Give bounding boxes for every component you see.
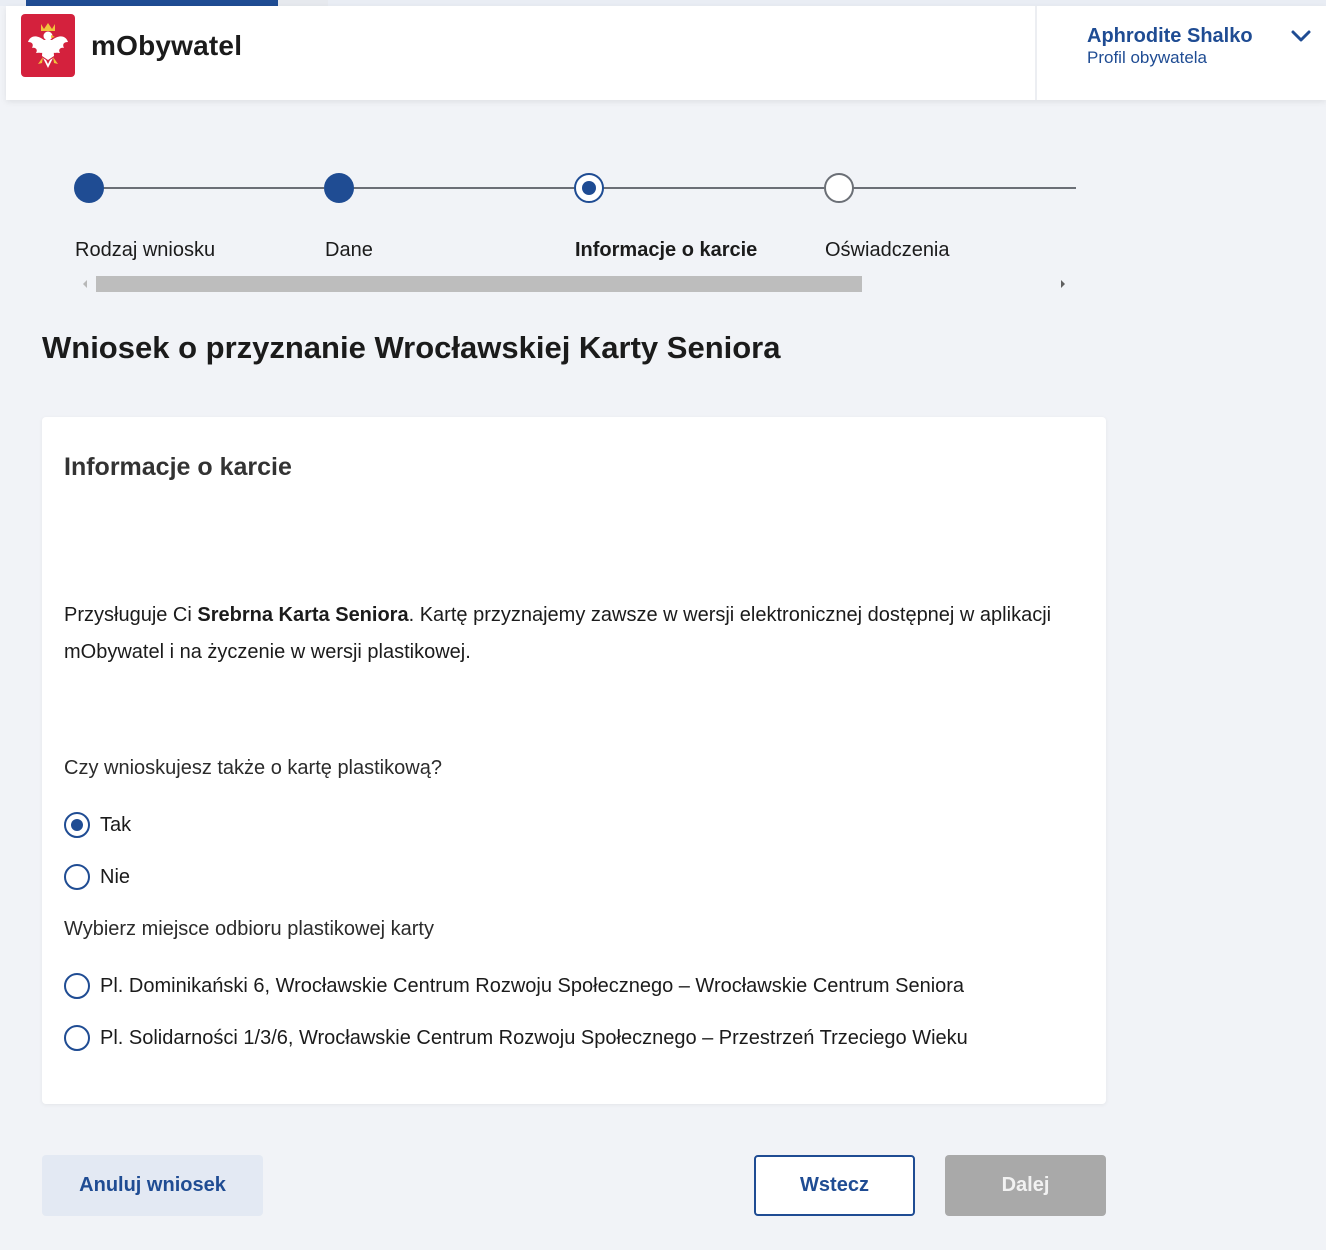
radio-checked-icon[interactable] [64, 812, 90, 838]
eligibility-text: Przysługuje Ci Srebrna Karta Seniora. Ka… [64, 597, 1074, 671]
user-name[interactable]: Aphrodite Shalko [1087, 24, 1253, 48]
step-2-label: Dane [325, 239, 373, 261]
card-info-panel: Informacje o karcie Przysługuje Ci Srebr… [42, 417, 1106, 1104]
pickup-location-question: Wybierz miejsce odbioru plastikowej kart… [64, 918, 434, 940]
card-type-name: Srebrna Karta Seniora [197, 604, 409, 626]
progress-stepper: Rodzaj wniosku Dane Informacje o karcie … [64, 168, 1076, 298]
plastic-card-question: Czy wnioskujesz także o kartę plastikową… [64, 757, 442, 779]
scrollbar-thumb[interactable] [96, 276, 862, 292]
step-3-label: Informacje o karcie [575, 239, 758, 261]
radio-option-pickup-solidarnosci[interactable]: Pl. Solidarności 1/3/6, Wrocławskie Cent… [64, 1025, 968, 1051]
step-3-current-indicator [574, 173, 604, 203]
step-connector [88, 187, 324, 189]
radio-option-pickup-dominikanski[interactable]: Pl. Dominikański 6, Wrocławskie Centrum … [64, 973, 964, 999]
radio-unchecked-icon[interactable] [64, 973, 90, 999]
step-2-done-indicator [324, 173, 354, 203]
app-header: mObywatel Aphrodite Shalko Profil obywat… [6, 6, 1326, 100]
user-role: Profil obywatela [1087, 48, 1208, 67]
radio-label-pickup-2: Pl. Solidarności 1/3/6, Wrocławskie Cent… [100, 1026, 968, 1049]
step-4-label: Oświadczenia [825, 239, 950, 261]
header-divider [1035, 6, 1037, 100]
step-4-pending-indicator [824, 173, 854, 203]
page-title: Wniosek o przyznanie Wrocławskiej Karty … [42, 330, 781, 365]
step-connector [588, 187, 824, 189]
user-menu[interactable]: Aphrodite Shalko Profil obywatela [1087, 24, 1253, 68]
radio-unchecked-icon[interactable] [64, 864, 90, 890]
next-button[interactable]: Dalej [945, 1155, 1106, 1216]
chevron-down-icon[interactable] [1290, 28, 1312, 44]
radio-unchecked-icon[interactable] [64, 1025, 90, 1051]
scroll-left-arrow-icon[interactable] [83, 280, 87, 288]
step-1-done-indicator [74, 173, 104, 203]
polish-eagle-emblem-icon [21, 14, 75, 77]
app-title: mObywatel [91, 30, 243, 61]
section-title: Informacje o karcie [64, 453, 292, 481]
scroll-right-arrow-icon[interactable] [1061, 280, 1065, 288]
step-1-label: Rodzaj wniosku [75, 239, 216, 261]
cancel-application-button[interactable]: Anuluj wniosek [42, 1155, 263, 1216]
step-connector [838, 187, 1076, 189]
radio-label-tak: Tak [100, 813, 132, 836]
eligibility-text-start: Przysługuje Ci [64, 604, 198, 626]
radio-label-nie: Nie [100, 865, 131, 888]
radio-label-pickup-1: Pl. Dominikański 6, Wrocławskie Centrum … [100, 974, 965, 997]
radio-option-nie[interactable]: Nie [64, 864, 130, 890]
radio-option-tak[interactable]: Tak [64, 812, 131, 838]
step-connector [338, 187, 574, 189]
stepper-horizontal-scrollbar[interactable] [76, 274, 1076, 294]
back-button[interactable]: Wstecz [754, 1155, 915, 1216]
